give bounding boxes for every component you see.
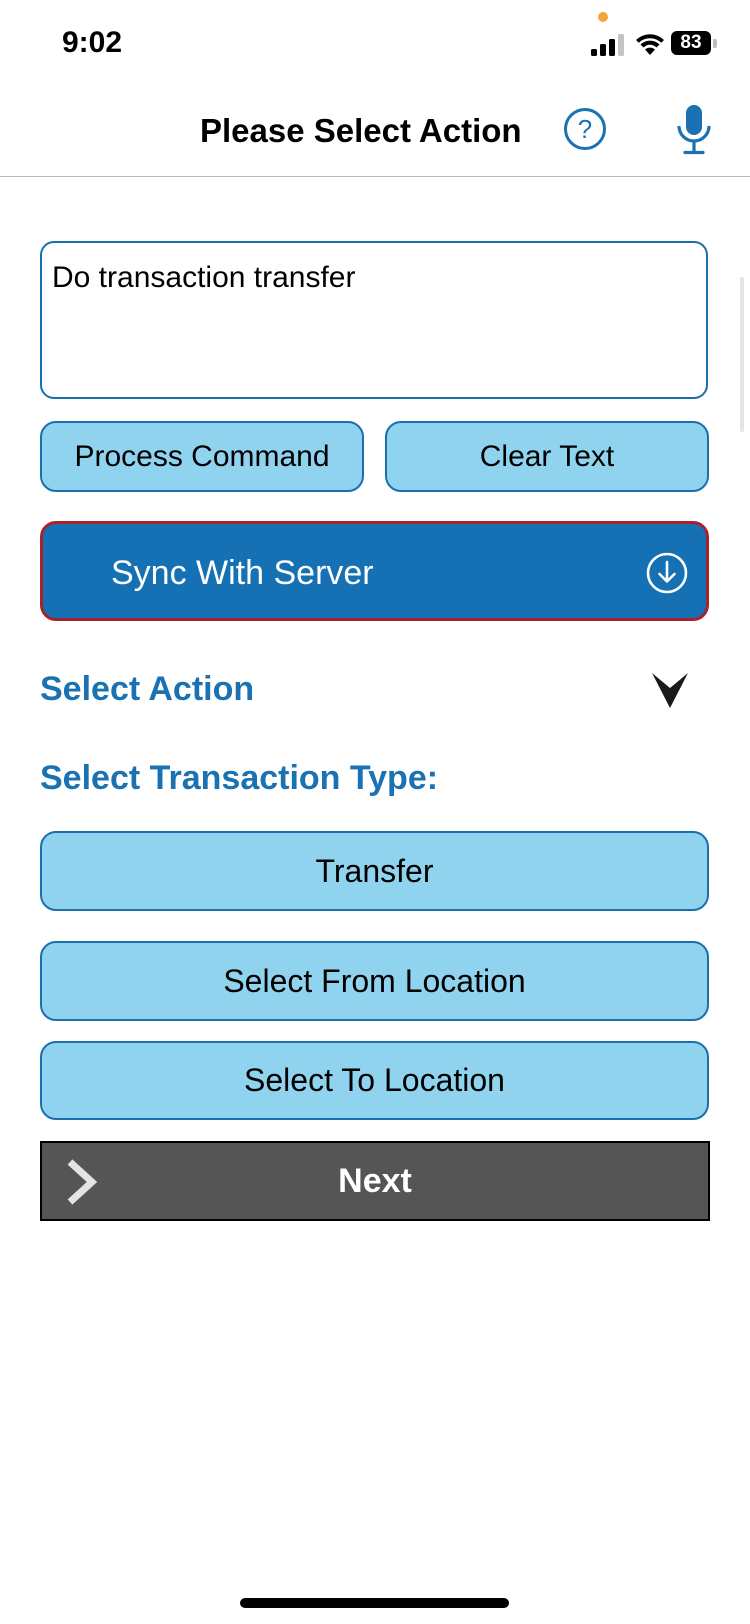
chevron-down-icon[interactable]	[650, 670, 690, 710]
status-time: 9:02	[62, 26, 123, 59]
battery-cap	[713, 39, 717, 48]
sync-button-label: Sync With Server	[111, 554, 374, 592]
command-input[interactable]: Do transaction transfer	[40, 241, 708, 399]
help-icon[interactable]: ?	[563, 107, 607, 151]
next-button[interactable]: Next	[40, 1141, 710, 1221]
clear-text-button[interactable]: Clear Text	[385, 421, 709, 492]
next-button-label: Next	[338, 1161, 412, 1200]
chevron-right-icon	[67, 1159, 98, 1205]
process-command-button[interactable]: Process Command	[40, 421, 364, 492]
page-title: Please Select Action	[200, 112, 522, 149]
nav-bar: Please Select Action ?	[0, 90, 750, 177]
microphone-icon[interactable]	[676, 104, 712, 156]
scrollbar[interactable]	[740, 277, 744, 432]
select-to-location-button[interactable]: Select To Location	[40, 1041, 709, 1120]
transaction-type-heading: Select Transaction Type:	[40, 759, 439, 797]
screen: 9:02 83 Please Select Action ? Do transa…	[0, 0, 750, 1624]
home-indicator[interactable]	[240, 1598, 509, 1608]
sync-with-server-button[interactable]: Sync With Server	[40, 521, 709, 621]
download-circle-icon	[646, 552, 688, 594]
status-bar: 9:02 83	[0, 0, 750, 90]
command-input-text: Do transaction transfer	[52, 261, 356, 294]
wifi-icon	[636, 34, 664, 55]
cellular-signal-icon	[591, 34, 624, 56]
select-action-dropdown-label[interactable]: Select Action	[40, 670, 254, 709]
svg-text:?: ?	[578, 114, 592, 144]
privacy-indicator-dot	[598, 12, 608, 22]
battery-indicator: 83	[671, 31, 719, 57]
battery-level: 83	[671, 31, 711, 55]
transfer-button[interactable]: Transfer	[40, 831, 709, 911]
select-from-location-button[interactable]: Select From Location	[40, 941, 709, 1021]
